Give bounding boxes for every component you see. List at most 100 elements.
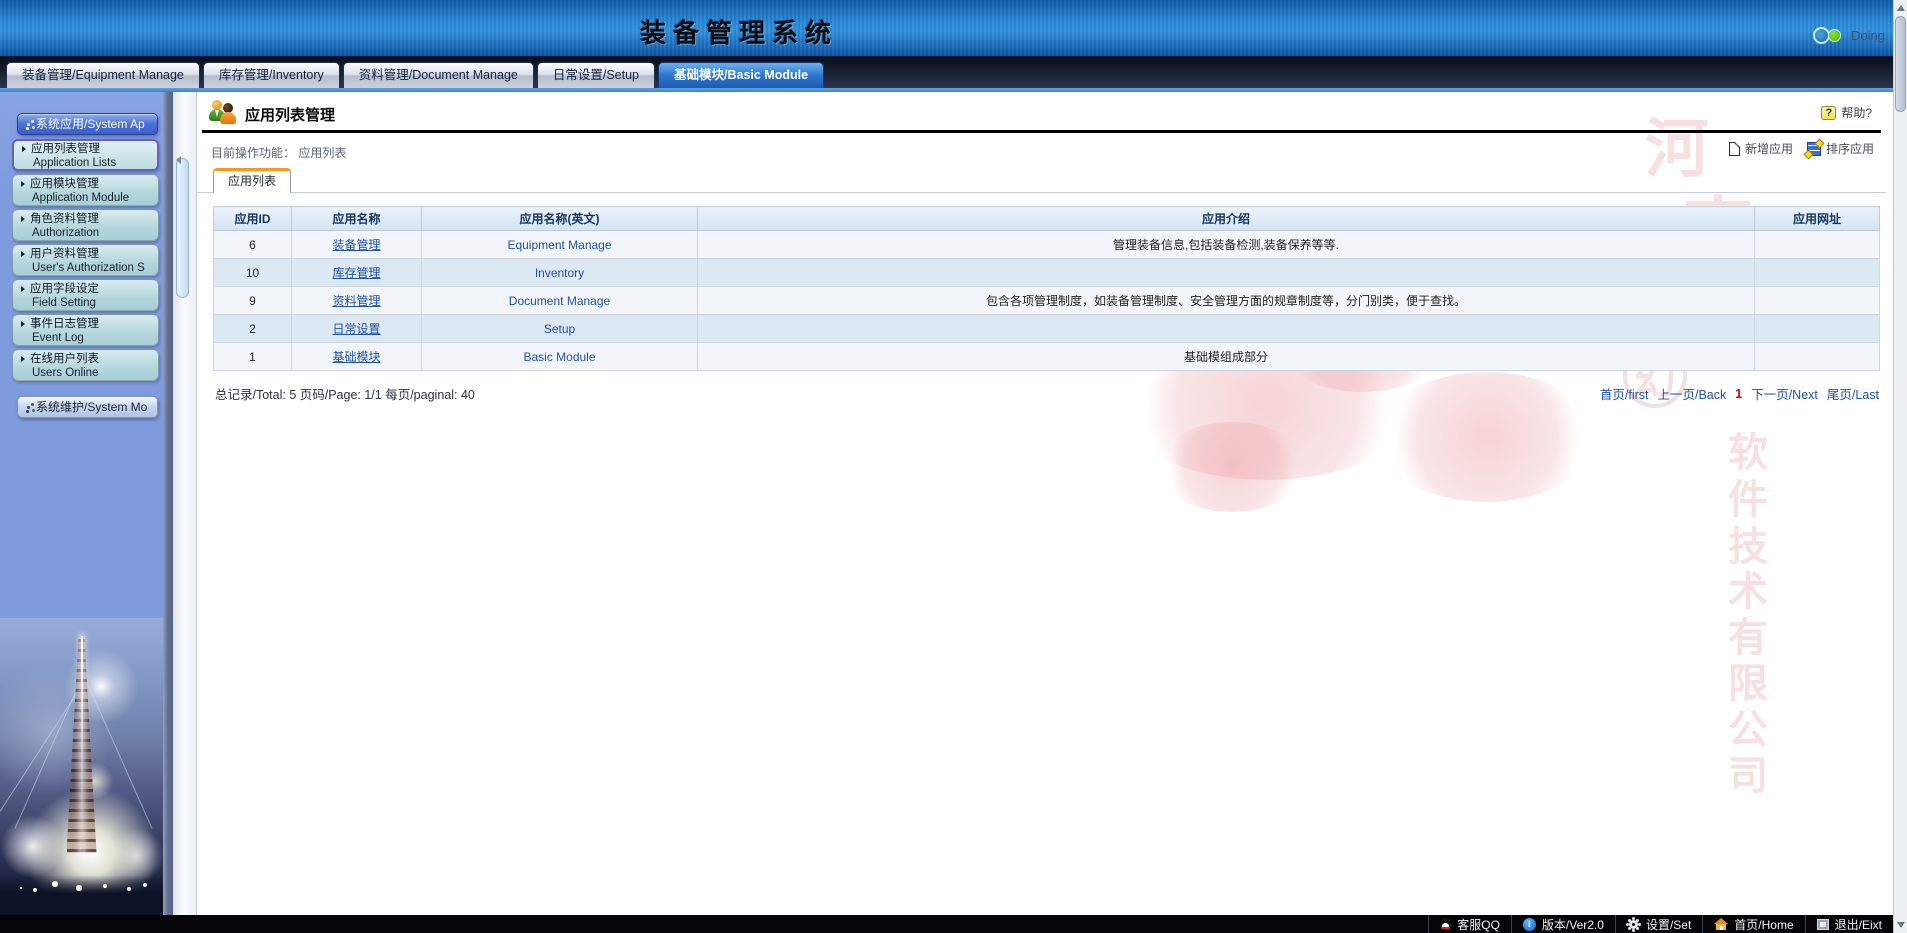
statusbar-label: 首页/Home	[1734, 916, 1793, 933]
app-name-link[interactable]: 库存管理	[332, 266, 380, 280]
table-row: 9 资料管理 Document Manage 包含各项管理制度，如装备管理制度、…	[214, 287, 1880, 315]
watermark-char: 有	[1725, 605, 1771, 663]
tab-document-manage[interactable]: 资料管理/Document Manage	[343, 62, 534, 88]
statusbar-label: 退出/Eixt	[1835, 916, 1882, 933]
new-application-button[interactable]: 新增应用	[1729, 140, 1793, 157]
status-indicator-label: Doing	[1851, 28, 1885, 43]
item-label-en: Event Log	[19, 331, 158, 345]
arrow-right-icon	[21, 356, 25, 362]
statusbar-label: 设置/Set	[1646, 916, 1691, 933]
tab-setup[interactable]: 日常设置/Setup	[537, 62, 655, 88]
col-app-name-en: 应用名称(英文)	[422, 207, 698, 231]
item-label-zh: 事件日志管理	[30, 317, 99, 331]
watermark-char: 软	[1725, 420, 1771, 478]
scroll-down-icon[interactable]	[1897, 922, 1905, 928]
watermark-char: 限	[1725, 651, 1771, 709]
main-content: 河 南 兰 幻 国 软 件 技 术 有 限 公 司 应用列表管理 ? 帮助?	[196, 92, 1886, 915]
pagination-bar: 总记录/Total: 5 页码/Page: 1/1 每页/paginal: 40…	[213, 382, 1879, 402]
scrollbar-thumb[interactable]	[1895, 16, 1906, 112]
sidebar-edge-bar	[163, 92, 173, 915]
sidebar-section-system-application[interactable]: 系统应用/System Ap	[17, 113, 158, 135]
scroll-up-icon[interactable]	[1897, 5, 1905, 11]
cell-app-desc: 管理装备信息,包括装备检测,装备保养等等.	[698, 231, 1755, 259]
statusbar-exit[interactable]: 退出/Eixt	[1805, 915, 1893, 933]
help-button[interactable]: ? 帮助?	[1821, 104, 1872, 121]
sidebar-section-label: 系统维护/System Mo	[36, 397, 147, 417]
qq-penguin-icon	[1440, 918, 1451, 931]
item-label-en: Field Setting	[19, 296, 158, 310]
arrow-right-icon	[21, 286, 25, 292]
logout-icon	[1817, 919, 1829, 930]
tab-basic-module[interactable]: 基础模块/Basic Module	[658, 62, 824, 88]
sidebar-item-field-setting[interactable]: 应用字段设定 Field Setting	[12, 279, 159, 311]
sidebar-item-users-authorization[interactable]: 用户资料管理 User's Authorization S	[12, 244, 159, 276]
statusbar-qq-service[interactable]: 客服QQ	[1428, 915, 1511, 933]
statusbar-home[interactable]: 首页/Home	[1702, 915, 1804, 933]
home-icon	[1714, 918, 1728, 930]
sidebar-item-users-online[interactable]: 在线用户列表 Users Online	[12, 349, 159, 381]
status-bar: 客服QQ i 版本/Ver2.0 设置/Set 首页/Home 退出/Eixt	[0, 915, 1893, 933]
splitter-collapse-handle[interactable]	[176, 158, 189, 298]
pager-first-link[interactable]: 首页/first	[1600, 384, 1649, 403]
system-title: 装备管理系统	[640, 13, 838, 50]
cell-app-desc: 基础模组成部分	[698, 343, 1755, 371]
cell-app-url	[1755, 287, 1880, 315]
app-name-link[interactable]: 资料管理	[332, 294, 380, 308]
sparkle-icon	[27, 406, 30, 409]
arrow-right-icon	[21, 321, 25, 327]
item-label-en: Application Module	[19, 191, 158, 205]
sidebar-item-event-log[interactable]: 事件日志管理 Event Log	[12, 314, 159, 346]
new-application-label: 新增应用	[1745, 140, 1793, 157]
rig-lights	[20, 887, 22, 889]
table-row: 1 基础模块 Basic Module 基础模组成部分	[214, 343, 1880, 371]
top-banner: 装备管理系统 Doing	[0, 0, 1907, 57]
gear-icon	[1629, 920, 1638, 929]
table-row: 2 日常设置 Setup	[214, 315, 1880, 343]
app-name-link[interactable]: 日常设置	[332, 322, 380, 336]
cell-app-desc: 包含各项管理制度，如装备管理制度、安全管理方面的规章制度等，分门别类，便于查找。	[698, 287, 1755, 315]
table-header-row: 应用ID 应用名称 应用名称(英文) 应用介绍 应用网址	[214, 207, 1880, 231]
current-function-label: 目前操作功能： 应用列表	[211, 144, 346, 161]
pager-current-page: 1	[1735, 387, 1742, 401]
pager-last-link[interactable]: 尾页/Last	[1827, 384, 1879, 403]
item-label-zh: 用户资料管理	[30, 247, 99, 261]
sidebar-item-application-module[interactable]: 应用模块管理 Application Module	[12, 174, 159, 206]
col-app-desc: 应用介绍	[698, 207, 1755, 231]
sidebar-item-application-lists[interactable]: 应用列表管理 Application Lists	[12, 139, 159, 171]
watermark-char: 件	[1725, 467, 1771, 525]
cell-app-id: 10	[214, 259, 292, 287]
help-icon: ?	[1821, 106, 1836, 120]
app-name-en-link[interactable]: Basic Module	[523, 350, 595, 364]
cell-app-id: 2	[214, 315, 292, 343]
item-label-zh: 在线用户列表	[30, 352, 99, 366]
item-label-en: Authorization	[19, 226, 158, 240]
tab-application-list[interactable]: 应用列表	[213, 168, 291, 193]
pager-next-link[interactable]: 下一页/Next	[1751, 384, 1818, 403]
sidebar-item-authorization[interactable]: 角色资料管理 Authorization	[12, 209, 159, 241]
banner-texture	[0, 0, 1907, 56]
pagination-summary: 总记录/Total: 5 页码/Page: 1/1 每页/paginal: 40	[215, 384, 475, 403]
cell-app-id: 1	[214, 343, 292, 371]
app-window: 装备管理系统 Doing 装备管理/Equipment Manage 库存管理/…	[0, 0, 1907, 933]
app-name-link[interactable]: 装备管理	[332, 238, 380, 252]
sort-application-button[interactable]: 排序应用	[1807, 140, 1874, 157]
sidebar-section-system-maintenance[interactable]: 系统维护/System Mo	[17, 396, 158, 418]
sparkle-icon	[27, 123, 30, 126]
page-title: 应用列表管理	[245, 104, 335, 125]
app-name-en-link[interactable]: Inventory	[535, 266, 584, 280]
statusbar-settings[interactable]: 设置/Set	[1615, 915, 1702, 933]
tab-equipment-manage[interactable]: 装备管理/Equipment Manage	[6, 62, 200, 88]
app-name-en-link[interactable]: Document Manage	[509, 294, 610, 308]
app-name-en-link[interactable]: Equipment Manage	[507, 238, 611, 252]
watermark-char: 技	[1725, 514, 1771, 572]
cloud-decoration	[1157, 422, 1307, 512]
app-name-link[interactable]: 基础模块	[332, 350, 380, 364]
pager-prev-link[interactable]: 上一页/Back	[1657, 384, 1726, 403]
sidebar-section-label: 系统应用/System Ap	[36, 114, 145, 134]
vertical-scrollbar[interactable]	[1893, 0, 1907, 933]
content-header: 应用列表管理 ? 帮助?	[197, 98, 1886, 128]
app-name-en-link[interactable]: Setup	[544, 322, 575, 336]
statusbar-version[interactable]: i 版本/Ver2.0	[1511, 915, 1615, 933]
item-label-zh: 角色资料管理	[30, 212, 99, 226]
tab-inventory[interactable]: 库存管理/Inventory	[203, 62, 340, 88]
